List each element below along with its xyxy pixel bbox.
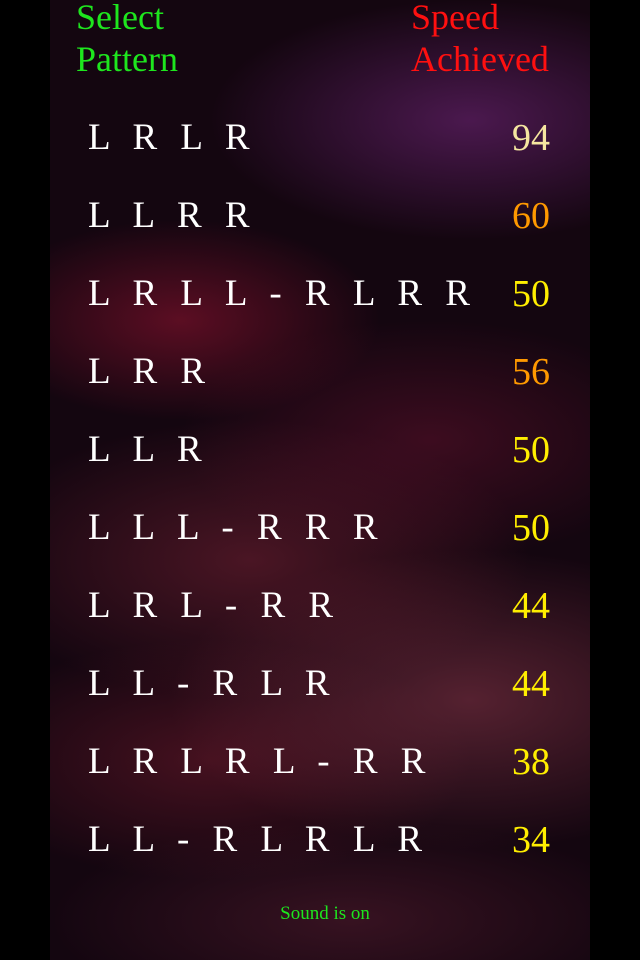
pattern-label: L R R [88,351,213,392]
pattern-label: L L - R L R L R [88,819,430,860]
speed-value: 44 [512,663,550,705]
pattern-label: L L - R L R [88,663,337,704]
pattern-row[interactable]: L R L R L - R R 38 [60,732,580,792]
pattern-row[interactable]: L R L L - R L R R 50 [60,264,580,324]
pattern-row[interactable]: L L - R L R 44 [60,654,580,714]
speed-value: 50 [512,429,550,471]
pattern-row[interactable]: L R L R 94 [60,108,580,168]
pattern-label: L R L R [88,117,257,158]
select-pattern-header: Select Pattern [76,0,178,79]
speed-value: 44 [512,585,550,627]
speed-value: 34 [512,819,550,861]
speed-value: 60 [512,195,550,237]
pattern-label: L L R R [88,195,257,236]
pattern-row[interactable]: L R R 56 [60,342,580,402]
pattern-label: L R L R L - R R [88,741,433,782]
speed-achieved-header: Speed Achieved [411,0,549,79]
pattern-row[interactable]: L L R R 60 [60,186,580,246]
pattern-label: L L R [88,429,209,470]
pattern-row[interactable]: L R L - R R 44 [60,576,580,636]
pattern-label: L L L - R R R [88,507,385,548]
sound-toggle[interactable]: Sound is on [0,903,640,925]
speed-value: 50 [512,507,550,549]
pattern-row[interactable]: L L R 50 [60,420,580,480]
speed-value: 50 [512,273,550,315]
speed-value: 56 [512,351,550,393]
pattern-label: L R L L - R L R R [88,273,477,314]
pattern-row[interactable]: L L - R L R L R 34 [60,810,580,870]
pattern-label: L R L - R R [88,585,341,626]
speed-value: 38 [512,741,550,783]
speed-value: 94 [512,117,550,159]
pattern-row[interactable]: L L L - R R R 50 [60,498,580,558]
